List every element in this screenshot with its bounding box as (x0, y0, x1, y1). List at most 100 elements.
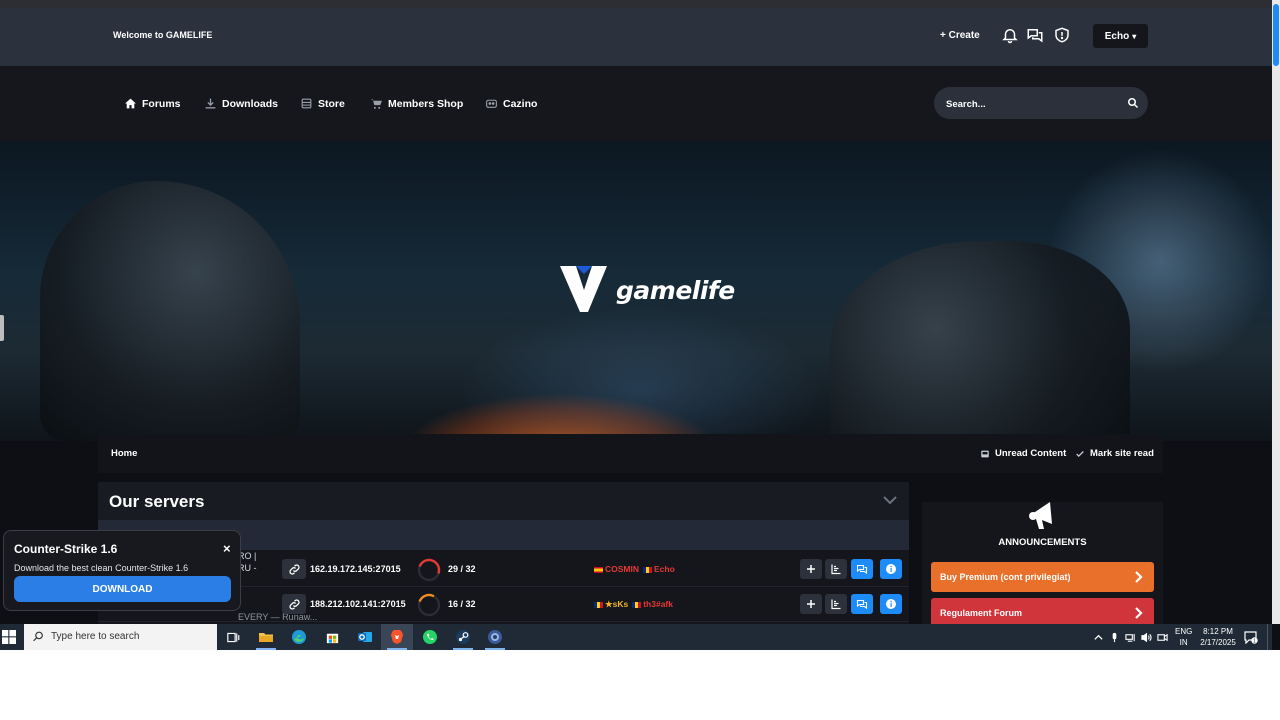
player-tag[interactable]: th3#afk (632, 599, 673, 610)
add-server-button[interactable] (800, 594, 822, 614)
flag-es-icon (594, 566, 603, 573)
search-input[interactable] (944, 87, 1118, 121)
chevron-down-icon[interactable] (883, 495, 897, 505)
check-icon (1076, 450, 1084, 457)
player-tag[interactable]: COSMIN (594, 564, 639, 574)
microsoft-store-icon[interactable] (316, 624, 348, 650)
steam-icon[interactable] (447, 624, 479, 650)
top-strip (0, 0, 1272, 8)
bell-icon[interactable] (1001, 26, 1019, 44)
volume-icon[interactable] (1141, 632, 1152, 643)
breadcrumb-bar: Home Unread Content Mark site read (98, 434, 1163, 473)
page-scrollbar[interactable] (1272, 0, 1280, 624)
flag-ro-icon (632, 601, 642, 608)
show-desktop-button[interactable] (1267, 624, 1273, 650)
stats-button[interactable] (825, 559, 847, 579)
store-icon (301, 98, 312, 109)
outlook-icon[interactable] (349, 624, 381, 650)
nav-item-downloads[interactable]: Downloads (204, 97, 278, 110)
chevron-up-icon[interactable] (1093, 632, 1104, 643)
servers-header: Our servers (98, 482, 909, 520)
chevron-right-icon (1135, 607, 1143, 619)
player-gauge-icon (417, 593, 441, 617)
server-ip[interactable]: 162.19.172.145:27015 (310, 564, 401, 574)
info-button[interactable] (880, 559, 902, 579)
language-indicator[interactable]: ENG IN (1175, 626, 1192, 648)
app-globe-icon[interactable] (479, 624, 511, 650)
servers-title: Our servers (109, 492, 205, 511)
inbox-icon (981, 450, 989, 457)
brave-browser-icon[interactable] (381, 624, 413, 650)
download-popup: Counter-Strike 1.6 × Download the best c… (3, 530, 241, 611)
username-label: Echo (1104, 30, 1130, 42)
language-code: ENG (1175, 627, 1193, 636)
site-logo-text[interactable]: gamelife (616, 276, 735, 305)
system-clock[interactable]: 8:12 PM 2/17/2025 (1197, 626, 1239, 648)
edge-browser-icon[interactable] (283, 624, 315, 650)
taskbar-search-placeholder: Type here to search (51, 631, 140, 642)
active-indicator (485, 648, 505, 650)
announcement-label: Regulament Forum (940, 608, 1023, 618)
windows-start-icon[interactable] (2, 630, 16, 644)
user-menu-button[interactable]: Echo ▾ (1093, 24, 1148, 48)
create-button[interactable]: + Create (940, 30, 980, 41)
page-scrollbar-thumb[interactable] (1273, 4, 1279, 66)
nav-item-label: Store (318, 97, 345, 110)
messages-icon[interactable] (1026, 26, 1044, 44)
close-icon[interactable]: × (223, 542, 231, 555)
download-button[interactable]: DOWNLOAD (14, 576, 231, 602)
flag-ro-icon (594, 601, 603, 608)
task-view-icon[interactable] (217, 624, 249, 650)
meet-now-icon[interactable] (1157, 632, 1168, 643)
caret-down-icon: ▾ (1132, 31, 1137, 41)
microphone-icon[interactable] (1109, 632, 1120, 643)
breadcrumb-home[interactable]: Home (111, 448, 137, 459)
active-indicator (256, 648, 276, 650)
clock-time: 8:12 PM (1203, 627, 1233, 636)
chat-button[interactable] (851, 559, 873, 579)
file-explorer-icon[interactable] (250, 624, 282, 650)
cart-icon (371, 99, 382, 109)
player-name: th3#afk (643, 599, 673, 609)
notification-center-icon[interactable]: 1 (1244, 631, 1258, 644)
announcements-widget: ANNOUNCEMENTS Buy Premium (cont privileg… (922, 502, 1163, 628)
info-button[interactable] (880, 594, 902, 614)
nav-item-label: Members Shop (388, 97, 464, 110)
player-tag[interactable]: ★sKs (594, 599, 628, 610)
announcement-link-premium[interactable]: Buy Premium (cont privilegiat) (931, 562, 1154, 592)
player-name: Echo (654, 564, 675, 574)
add-server-button[interactable] (800, 559, 822, 579)
shield-icon[interactable] (1053, 26, 1071, 44)
online-players: ★sKs th3#afk (594, 599, 673, 610)
whatsapp-icon[interactable] (414, 624, 446, 650)
language-region: IN (1179, 638, 1188, 647)
connect-link-icon[interactable] (282, 559, 306, 579)
side-drawer-handle[interactable] (0, 315, 4, 341)
search-icon (33, 631, 43, 642)
taskbar-search[interactable]: Type here to search (24, 624, 217, 650)
connect-link-icon[interactable] (282, 594, 306, 614)
nav-item-members-shop[interactable]: Members Shop (370, 97, 463, 110)
nav-item-label: Forums (142, 97, 181, 110)
nav-item-label: Downloads (222, 97, 279, 110)
nav-item-store[interactable]: Store (300, 97, 345, 110)
player-count: 16 / 32 (448, 599, 476, 609)
player-gauge-icon (417, 558, 441, 582)
mark-site-read-link[interactable]: Mark site read (1075, 448, 1154, 459)
casino-icon (486, 99, 497, 108)
clock-date: 2/17/2025 (1200, 638, 1236, 647)
browser-viewport: Welcome to GAMELIFE + Create Echo ▾ Foru… (0, 0, 1280, 650)
network-icon[interactable] (1125, 632, 1136, 643)
welcome-text: Welcome to GAMELIFE (113, 30, 213, 40)
player-count: 29 / 32 (448, 564, 476, 574)
nav-item-cazino[interactable]: Cazino (485, 97, 537, 110)
unread-content-link[interactable]: Unread Content (980, 448, 1066, 459)
soldier-left-image (40, 181, 300, 441)
stats-button[interactable] (825, 594, 847, 614)
nav-item-forums[interactable]: Forums (124, 97, 181, 110)
server-ip[interactable]: 188.212.102.141:27015 (310, 599, 406, 609)
chat-button[interactable] (851, 594, 873, 614)
flag-ro-icon (643, 566, 652, 573)
search-icon[interactable] (1127, 97, 1139, 109)
player-tag[interactable]: Echo (643, 564, 675, 574)
